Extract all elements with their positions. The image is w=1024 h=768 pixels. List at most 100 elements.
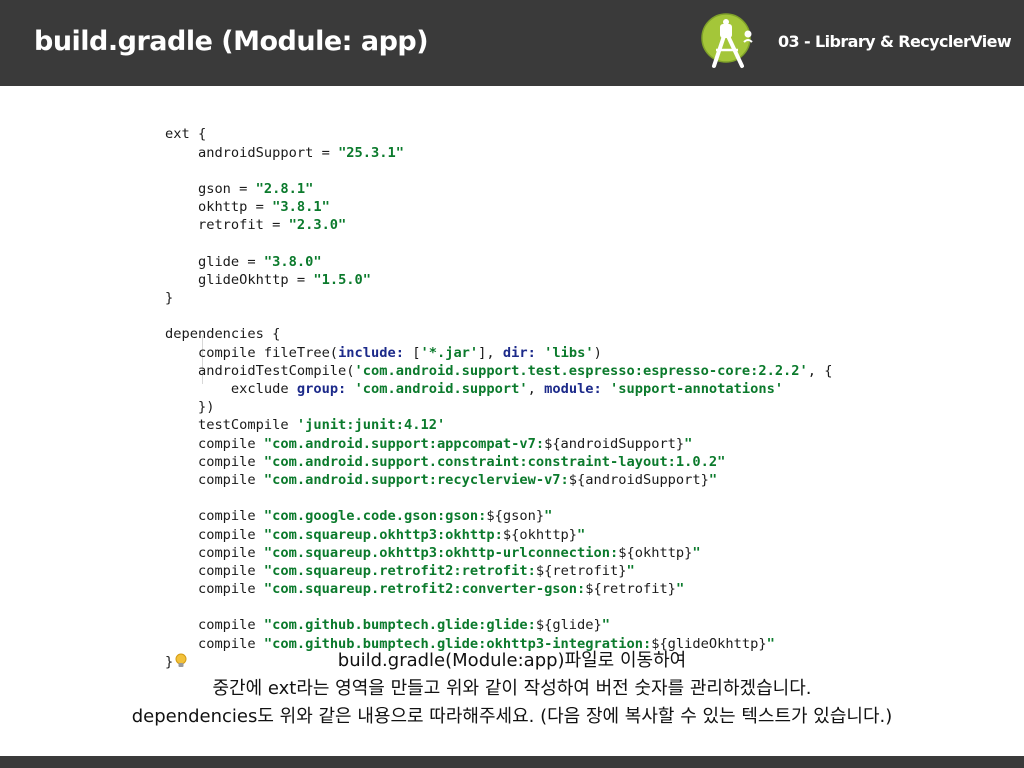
code-token: compile xyxy=(165,435,264,452)
code-token: 'junit:junit:4.12' xyxy=(296,417,446,434)
code-token: "com.github.bumptech.glide:glide: xyxy=(263,617,536,634)
code-token: } xyxy=(165,290,174,307)
code-token: group: xyxy=(296,381,347,398)
caption-line-3: dependencies도 위와 같은 내용으로 따라해주세요. (다음 장에 … xyxy=(131,706,893,727)
code-token: testCompile xyxy=(165,417,297,434)
code-token: androidTestCompile( xyxy=(165,362,355,379)
code-token: module: xyxy=(544,381,602,398)
code-token: " xyxy=(692,544,701,561)
code-token: " xyxy=(577,526,586,543)
code-line: okhttp = "3.8.1" xyxy=(165,198,865,216)
code-token: ${glide} xyxy=(535,617,602,634)
code-token: "com.squareup.okhttp3:okhttp: xyxy=(263,526,503,543)
code-token: 'libs' xyxy=(544,344,594,361)
code-token: ${androidSupport} xyxy=(544,435,685,452)
code-token: , { xyxy=(807,362,833,379)
code-token: compile xyxy=(165,526,264,543)
code-line: androidSupport = "25.3.1" xyxy=(165,144,865,162)
code-token: " xyxy=(708,471,718,488)
code-line: retrofit = "2.3.0" xyxy=(165,216,865,234)
slide-caption: build.gradle(Module:app)파일로 이동하여 중간에 ext… xyxy=(0,647,1024,731)
code-token: ${gson} xyxy=(486,508,545,525)
code-token: [ xyxy=(404,344,421,361)
slide-subtitle: 03 - Library & RecyclerView xyxy=(778,32,1012,51)
code-token: 'com.android.support.test.espresso:espre… xyxy=(354,362,808,379)
code-token: }) xyxy=(165,399,215,416)
code-line: glide = "3.8.0" xyxy=(165,253,865,271)
code-token: ) xyxy=(593,344,602,361)
code-line: compile "com.squareup.okhttp3:okhttp:${o… xyxy=(165,526,865,544)
code-token: ${okhttp} xyxy=(618,544,693,561)
code-token: '*.jar' xyxy=(420,344,479,361)
code-token: "com.squareup.retrofit2:converter-gson: xyxy=(263,581,586,598)
code-token: " xyxy=(675,581,685,598)
code-token: 'support-annotations' xyxy=(610,381,784,398)
code-token: " xyxy=(626,562,635,579)
code-token: "25.3.1" xyxy=(338,144,404,161)
code-token: ext { xyxy=(165,126,207,143)
code-token: "com.squareup.okhttp3:okhttp-urlconnecti… xyxy=(263,544,619,561)
code-token: ${retrofit} xyxy=(535,562,627,579)
code-line: compile "com.squareup.okhttp3:okhttp-url… xyxy=(165,544,865,562)
code-line: androidTestCompile('com.android.support.… xyxy=(165,362,865,380)
code-token: ${okhttp} xyxy=(502,526,578,543)
code-line: gson = "2.8.1" xyxy=(165,180,865,198)
code-block: ext { androidSupport = "25.3.1" gson = "… xyxy=(165,89,865,670)
slide-footer xyxy=(0,756,1024,768)
code-line: }) xyxy=(165,398,865,416)
code-line: compile "com.android.support:recyclervie… xyxy=(165,471,865,489)
code-line: dependencies { xyxy=(165,325,865,343)
code-token: compile xyxy=(165,581,264,598)
code-token: compile xyxy=(165,508,264,525)
code-token: compile xyxy=(165,617,264,634)
code-token: " xyxy=(684,435,693,452)
code-line: compile "com.github.bumptech.glide:glide… xyxy=(165,616,865,634)
code-token: ], xyxy=(478,344,503,361)
code-line: ext { xyxy=(165,125,865,143)
code-token: androidSupport = xyxy=(165,144,339,161)
code-token: include: xyxy=(338,344,404,361)
code-token: glideOkhttp = xyxy=(165,271,314,288)
code-token: glide = xyxy=(165,253,264,270)
code-token: "2.3.0" xyxy=(288,217,347,234)
code-token: "3.8.1" xyxy=(272,199,330,216)
code-token: 'com.android.support' xyxy=(354,381,528,398)
code-token: dir: xyxy=(502,344,536,361)
code-line: compile "com.android.support:appcompat-v… xyxy=(165,435,865,453)
caption-line-2: 중간에 ext라는 영역을 만들고 위와 같이 작성하여 버전 숫자를 관리하겠… xyxy=(212,678,812,699)
code-line: testCompile 'junit:junit:4.12' xyxy=(165,416,865,434)
android-studio-icon xyxy=(701,13,753,68)
code-token: compile xyxy=(165,471,264,488)
code-token: "3.8.0" xyxy=(263,253,322,270)
code-token: ${androidSupport} xyxy=(568,471,709,488)
code-token: dependencies { xyxy=(165,326,281,343)
code-token: " xyxy=(544,508,553,525)
code-line: compile "com.android.support.constraint:… xyxy=(165,453,865,471)
code-token: compile xyxy=(165,562,264,579)
code-token: compile xyxy=(165,453,264,470)
code-token: "com.android.support.constraint:constrai… xyxy=(263,453,726,470)
code-token: retrofit = xyxy=(165,217,289,234)
code-line: compile "com.squareup.retrofit2:retrofit… xyxy=(165,562,865,580)
code-token: " xyxy=(601,617,611,634)
code-line: } xyxy=(165,289,865,307)
code-line: compile "com.squareup.retrofit2:converte… xyxy=(165,580,865,598)
code-token: gson = xyxy=(165,180,256,197)
code-token: exclude xyxy=(165,381,297,398)
code-token: "com.android.support:recyclerview-v7: xyxy=(263,471,569,488)
code-token: "com.google.code.gson:gson: xyxy=(263,508,487,525)
code-line: glideOkhttp = "1.5.0" xyxy=(165,271,865,289)
code-token: compile fileTree( xyxy=(165,344,339,361)
code-token: compile xyxy=(165,544,264,561)
slide-title: build.gradle (Module: app) xyxy=(34,26,429,57)
code-token: "com.android.support:appcompat-v7: xyxy=(263,435,545,452)
code-line: exclude group: 'com.android.support', mo… xyxy=(165,380,865,398)
